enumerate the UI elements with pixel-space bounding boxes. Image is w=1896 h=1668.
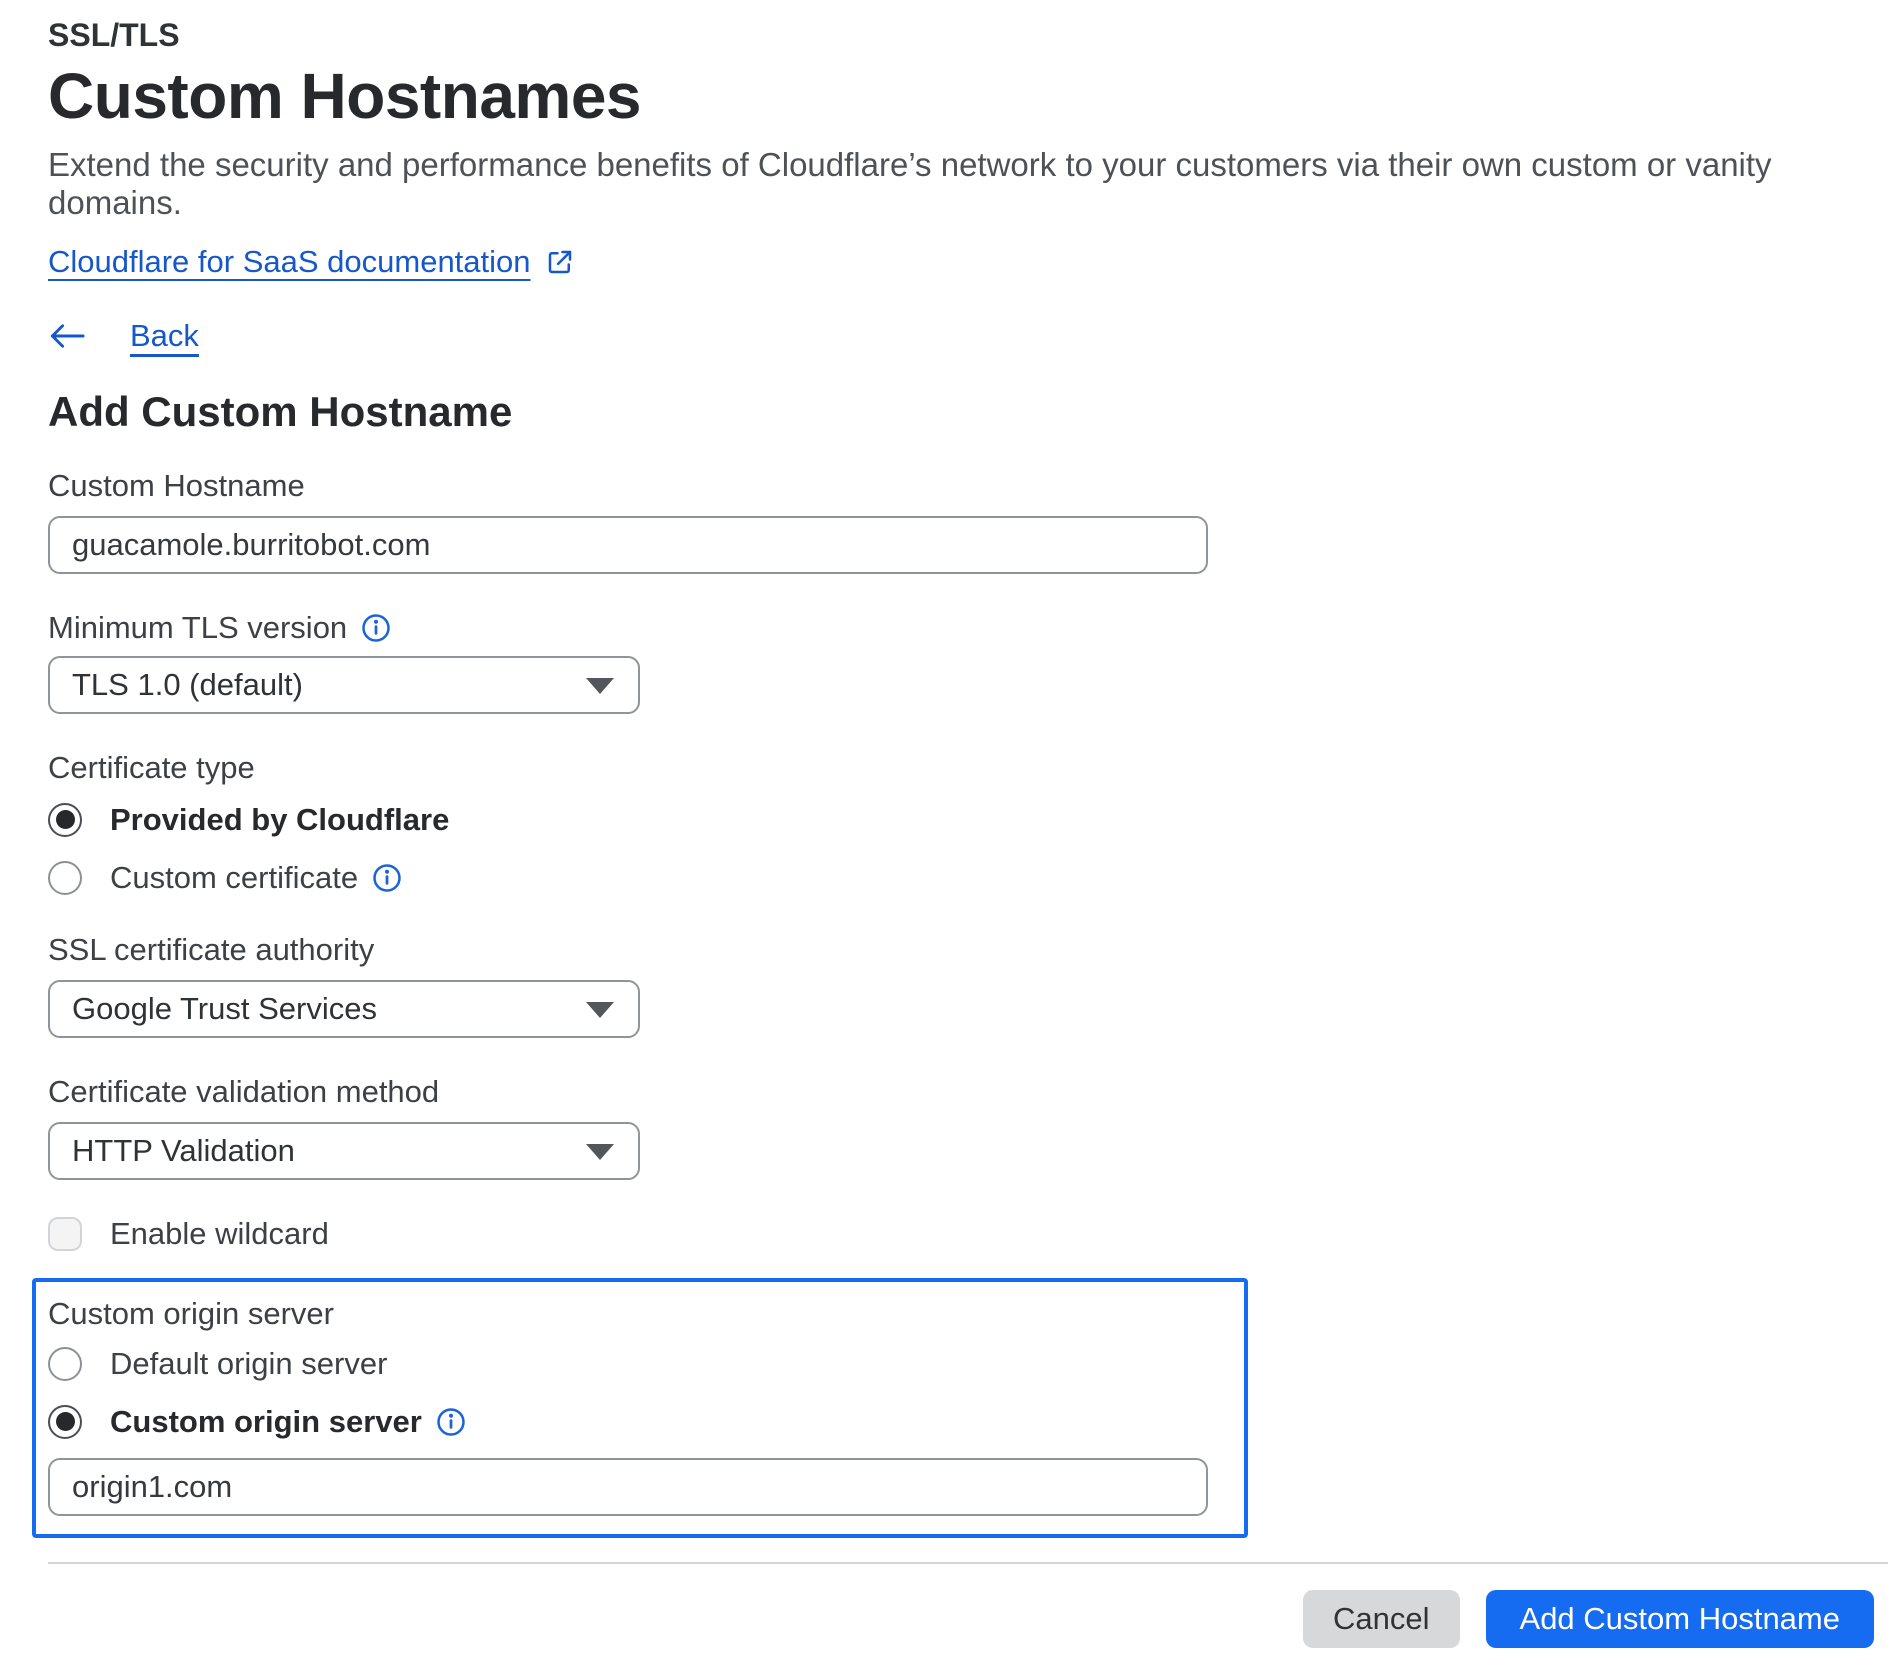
ssl-authority-selected-value: Google Trust Services	[72, 991, 377, 1027]
minimum-tls-selected-value: TLS 1.0 (default)	[72, 667, 303, 703]
certificate-type-label: Certificate type	[48, 750, 1888, 786]
checkbox-unchecked-icon[interactable]	[48, 1217, 82, 1251]
section-eyebrow: SSL/TLS	[48, 18, 1888, 53]
add-custom-hostname-button[interactable]: Add Custom Hostname	[1486, 1590, 1874, 1648]
custom-origin-server-group-label: Custom origin server	[48, 1296, 1208, 1332]
radio-default-origin-server-label: Default origin server	[110, 1346, 387, 1382]
footer-divider	[48, 1562, 1888, 1564]
page-description: Extend the security and performance bene…	[48, 146, 1888, 222]
saas-documentation-link-label: Cloudflare for SaaS documentation	[48, 242, 531, 282]
arrow-left-icon[interactable]	[48, 320, 86, 352]
certificate-type-field: Certificate type Provided by Cloudflare …	[48, 750, 1888, 896]
saas-documentation-link[interactable]: Cloudflare for SaaS documentation	[48, 242, 575, 282]
custom-hostnames-page: SSL/TLS Custom Hostnames Extend the secu…	[0, 0, 1896, 1668]
validation-method-field: Certificate validation method HTTP Valid…	[48, 1074, 1888, 1180]
custom-hostname-label: Custom Hostname	[48, 468, 1888, 504]
radio-selected-icon	[48, 1405, 82, 1439]
info-icon[interactable]	[436, 1407, 466, 1437]
footer-actions: Cancel Add Custom Hostname	[48, 1590, 1874, 1648]
radio-provided-by-cloudflare-label: Provided by Cloudflare	[110, 802, 449, 838]
custom-hostname-field: Custom Hostname	[48, 468, 1888, 574]
chevron-down-icon	[586, 1144, 614, 1160]
radio-unselected-icon	[48, 1347, 82, 1381]
enable-wildcard-label: Enable wildcard	[110, 1216, 329, 1252]
ssl-authority-field: SSL certificate authority Google Trust S…	[48, 932, 1888, 1038]
radio-custom-certificate[interactable]: Custom certificate	[48, 860, 1888, 896]
info-icon[interactable]	[361, 613, 391, 643]
radio-unselected-icon	[48, 861, 82, 895]
radio-selected-icon	[48, 803, 82, 837]
chevron-down-icon	[586, 678, 614, 694]
custom-origin-server-group: Custom origin server Default origin serv…	[32, 1278, 1248, 1538]
back-row: Back	[48, 318, 1888, 354]
radio-custom-origin-server-label: Custom origin server	[110, 1404, 422, 1440]
minimum-tls-select[interactable]: TLS 1.0 (default)	[48, 656, 640, 714]
radio-custom-origin-server[interactable]: Custom origin server	[48, 1404, 1208, 1440]
custom-hostname-input[interactable]	[48, 516, 1208, 574]
ssl-authority-select[interactable]: Google Trust Services	[48, 980, 640, 1038]
chevron-down-icon	[586, 1002, 614, 1018]
page-title: Custom Hostnames	[48, 61, 1888, 131]
minimum-tls-label: Minimum TLS version	[48, 610, 347, 646]
radio-provided-by-cloudflare[interactable]: Provided by Cloudflare	[48, 802, 1888, 838]
ssl-authority-label: SSL certificate authority	[48, 932, 1888, 968]
back-link[interactable]: Back	[130, 318, 199, 354]
custom-origin-server-input[interactable]	[48, 1458, 1208, 1516]
radio-custom-certificate-label: Custom certificate	[110, 860, 358, 896]
form-title: Add Custom Hostname	[48, 388, 1888, 436]
minimum-tls-field: Minimum TLS version TLS 1.0 (default)	[48, 610, 1888, 714]
external-link-icon	[545, 247, 575, 277]
cancel-button[interactable]: Cancel	[1303, 1590, 1460, 1648]
validation-method-selected-value: HTTP Validation	[72, 1133, 295, 1169]
validation-method-label: Certificate validation method	[48, 1074, 1888, 1110]
validation-method-select[interactable]: HTTP Validation	[48, 1122, 640, 1180]
info-icon[interactable]	[372, 863, 402, 893]
enable-wildcard-row[interactable]: Enable wildcard	[48, 1216, 1888, 1252]
radio-default-origin-server[interactable]: Default origin server	[48, 1346, 1208, 1382]
